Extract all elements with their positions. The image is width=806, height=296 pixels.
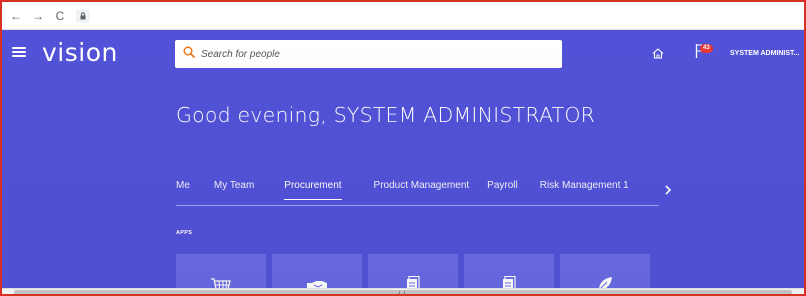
search-icon <box>183 45 195 63</box>
cart-icon <box>210 278 232 288</box>
app-tiles <box>176 254 650 288</box>
app-page: vision 43 SYSTEM ADMINIST... Good evenin… <box>2 30 804 288</box>
menu-icon[interactable] <box>12 47 26 57</box>
tab-me[interactable]: Me <box>176 180 190 199</box>
greeting-title: Good evening, SYSTEM ADMINISTRATOR <box>176 103 596 127</box>
browser-window: ← → C vision 43 SYSTEM ADMINIST... Good … <box>0 0 806 296</box>
document-icon <box>502 276 516 288</box>
tab-payroll[interactable]: Payroll <box>487 180 518 199</box>
app-logo[interactable]: vision <box>42 38 118 67</box>
handshake-icon <box>306 280 328 288</box>
tab-bar: Me My Team Procurement Product Managemen… <box>176 180 629 206</box>
leaf-icon <box>596 276 614 288</box>
chevron-right-icon[interactable] <box>663 183 673 195</box>
app-tile-document-2[interactable] <box>464 254 554 288</box>
reload-button[interactable]: C <box>54 10 66 22</box>
tab-risk-management[interactable]: Risk Management 1 <box>540 180 629 199</box>
tab-bar-divider <box>176 205 659 206</box>
notification-count-badge: 43 <box>700 44 713 53</box>
forward-button[interactable]: → <box>32 10 44 22</box>
tab-product-management[interactable]: Product Management <box>374 180 470 199</box>
apps-section-label: APPS <box>176 230 193 236</box>
app-tile-leaf[interactable] <box>560 254 650 288</box>
app-tile-handshake[interactable] <box>272 254 362 288</box>
app-tile-cart[interactable] <box>176 254 266 288</box>
scrollbar-grip <box>399 291 405 294</box>
tab-procurement[interactable]: Procurement <box>284 180 342 200</box>
tab-my-team[interactable]: My Team <box>214 180 254 199</box>
search-box[interactable] <box>175 40 562 68</box>
search-input[interactable] <box>201 48 541 60</box>
horizontal-scrollbar[interactable] <box>2 288 804 294</box>
home-icon[interactable] <box>652 46 664 64</box>
lock-icon[interactable] <box>76 8 90 23</box>
browser-toolbar: ← → C <box>2 2 804 30</box>
user-menu[interactable]: SYSTEM ADMINIST... <box>730 50 799 57</box>
app-tile-document-1[interactable] <box>368 254 458 288</box>
back-button[interactable]: ← <box>10 10 22 22</box>
document-icon <box>406 276 420 288</box>
